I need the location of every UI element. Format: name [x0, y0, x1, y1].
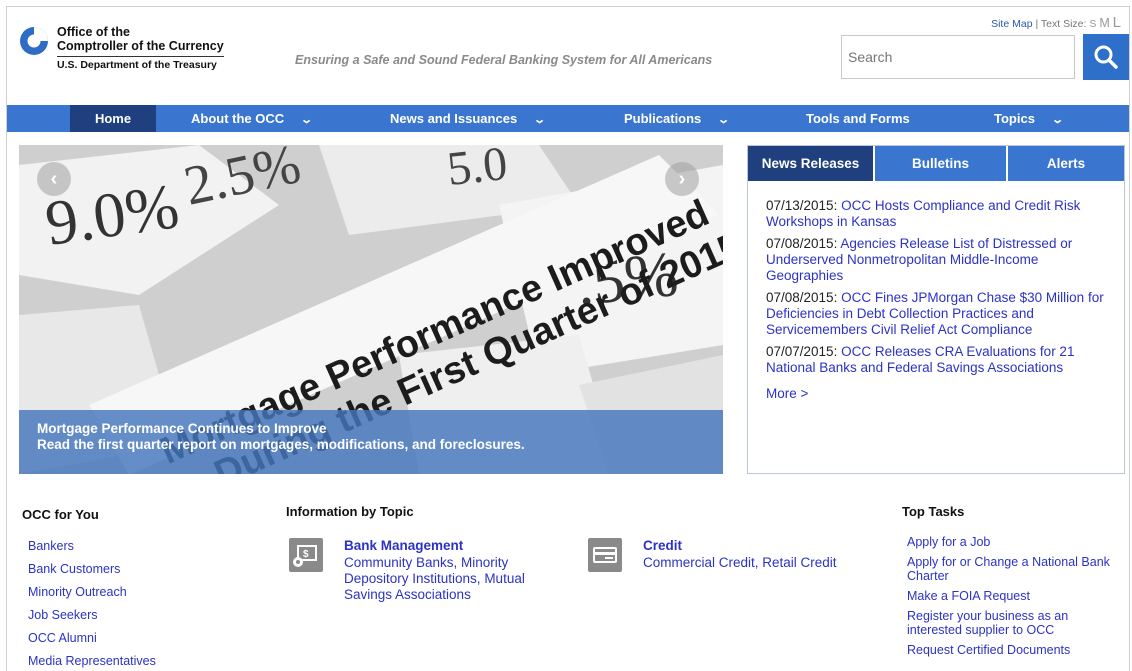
topic-bank-management: $ Bank Management Community Banks, Minor…	[289, 534, 559, 603]
hero-caption-title: Mortgage Performance Continues to Improv…	[37, 421, 327, 436]
logo-line-1: Office of the	[57, 25, 130, 39]
topic-credit: Credit Commercial Credit, Retail Credit	[588, 534, 888, 572]
news-date: 07/13/2015:	[766, 198, 838, 213]
logo-line-2: Comptroller of the Currency	[57, 39, 224, 53]
occ-logo[interactable]: Office of the Comptroller of the Currenc…	[19, 25, 224, 71]
occ-for-you-heading: OCC for You	[22, 507, 99, 522]
credit-sublinks[interactable]: Commercial Credit, Retail Credit	[643, 555, 888, 571]
occ-link-minority-outreach[interactable]: Minority Outreach	[28, 585, 127, 599]
news-item: 07/08/2015: OCC Fines JPMorgan Chase $30…	[766, 290, 1110, 338]
carousel-prev-button[interactable]: ‹	[37, 162, 71, 196]
news-date: 07/08/2015:	[766, 236, 838, 251]
tab-news-releases[interactable]: News Releases	[748, 146, 873, 181]
utility-bar: Site Map | Text Size: S M L	[991, 14, 1121, 31]
bank-management-icon: $	[289, 538, 323, 572]
svg-text:5.0: 5.0	[445, 145, 510, 196]
page-frame: Office of the Comptroller of the Currenc…	[6, 6, 1130, 671]
text-size-small[interactable]: S	[1089, 18, 1096, 30]
nav-about[interactable]: About the OCC ⌄	[191, 105, 314, 132]
news-date: 07/08/2015:	[766, 290, 838, 305]
nav-news-label: News and Issuances	[390, 111, 518, 126]
occ-seal-icon	[20, 27, 48, 55]
search-button[interactable]	[1083, 34, 1129, 80]
news-list: 07/13/2015: OCC Hosts Compliance and Cre…	[748, 181, 1124, 401]
site-tagline: Ensuring a Safe and Sound Federal Bankin…	[295, 53, 713, 67]
news-date: 07/07/2015:	[766, 344, 838, 359]
nav-publications-label: Publications	[624, 111, 702, 126]
news-item: 07/08/2015: Agencies Release List of Dis…	[766, 236, 1110, 284]
site-map-link[interactable]: Site Map	[991, 18, 1032, 30]
bank-management-link[interactable]: Bank Management	[344, 538, 559, 553]
occ-link-occ-alumni[interactable]: OCC Alumni	[28, 631, 97, 645]
chevron-right-icon: ›	[678, 167, 686, 190]
bank-management-sublinks[interactable]: Community Banks, Minority Depository Ins…	[344, 555, 559, 603]
task-apply-job[interactable]: Apply for a Job	[907, 535, 990, 549]
credit-link[interactable]: Credit	[643, 538, 888, 553]
svg-text:$: $	[303, 549, 309, 560]
hero-caption[interactable]: Mortgage Performance Continues to Improv…	[19, 410, 723, 474]
chevron-down-icon: ⌄	[533, 114, 547, 126]
tab-alerts[interactable]: Alerts	[1006, 146, 1124, 181]
search-input[interactable]	[842, 36, 1074, 78]
chevron-left-icon: ‹	[50, 167, 58, 190]
hero-caption-text: Read the first quarter report on mortgag…	[37, 437, 525, 452]
search-box	[841, 35, 1075, 79]
text-size-label: Text Size:	[1040, 18, 1087, 30]
nav-publications[interactable]: Publications ⌄	[624, 105, 731, 132]
task-foia-request[interactable]: Make a FOIA Request	[907, 589, 1030, 603]
nav-home-label: Home	[94, 111, 132, 126]
info-by-topic-heading: Information by Topic	[286, 504, 414, 519]
nav-about-label: About the OCC	[191, 111, 285, 126]
hero-carousel[interactable]: 9.0% 2.5% .5% 5.0 Mortgage Performance I…	[19, 145, 723, 474]
text-size-medium[interactable]: M	[1099, 16, 1109, 30]
occ-link-job-seekers[interactable]: Job Seekers	[28, 608, 97, 622]
tab-bulletins[interactable]: Bulletins	[873, 146, 1006, 181]
occ-link-bank-customers[interactable]: Bank Customers	[28, 562, 120, 576]
news-item: 07/07/2015: OCC Releases CRA Evaluations…	[766, 344, 1110, 376]
task-certified-documents[interactable]: Request Certified Documents	[907, 643, 1070, 657]
carousel-next-button[interactable]: ›	[665, 162, 699, 196]
nav-topics-label: Topics	[994, 111, 1035, 126]
main-nav: Home About the OCC ⌄ News and Issuances ⌄ …	[7, 105, 1129, 132]
nav-home[interactable]: Home	[70, 105, 156, 132]
occ-link-media-representatives[interactable]: Media Representatives	[28, 654, 156, 668]
chevron-down-icon: ⌄	[1051, 114, 1064, 126]
logo-line-3: U.S. Department of the Treasury	[57, 56, 224, 71]
chevron-down-icon: ⌄	[717, 114, 731, 126]
task-register-supplier[interactable]: Register your business as an interested …	[907, 609, 1068, 637]
top-tasks-list: Apply for a Job Apply for or Change a Na…	[907, 535, 1117, 663]
news-more-link[interactable]: More >	[766, 386, 1110, 401]
search-icon	[1094, 45, 1118, 69]
nav-topics[interactable]: Topics ⌄	[994, 105, 1064, 132]
occ-link-bankers[interactable]: Bankers	[28, 539, 74, 553]
news-tabs: News Releases Bulletins Alerts	[748, 146, 1124, 181]
nav-tools-label: Tools and Forms	[806, 111, 910, 126]
news-item: 07/13/2015: OCC Hosts Compliance and Cre…	[766, 198, 1110, 230]
nav-tools[interactable]: Tools and Forms	[806, 105, 910, 132]
chevron-down-icon: ⌄	[300, 114, 314, 126]
credit-card-icon	[588, 538, 622, 572]
news-panel: News Releases Bulletins Alerts 07/13/201…	[747, 145, 1125, 474]
task-bank-charter[interactable]: Apply for or Change a National Bank Char…	[907, 555, 1110, 583]
nav-news[interactable]: News and Issuances ⌄	[390, 105, 547, 132]
occ-for-you-list: Bankers Bank Customers Minority Outreach…	[28, 538, 156, 671]
top-tasks-heading: Top Tasks	[902, 504, 965, 519]
text-size-large[interactable]: L	[1113, 14, 1121, 31]
